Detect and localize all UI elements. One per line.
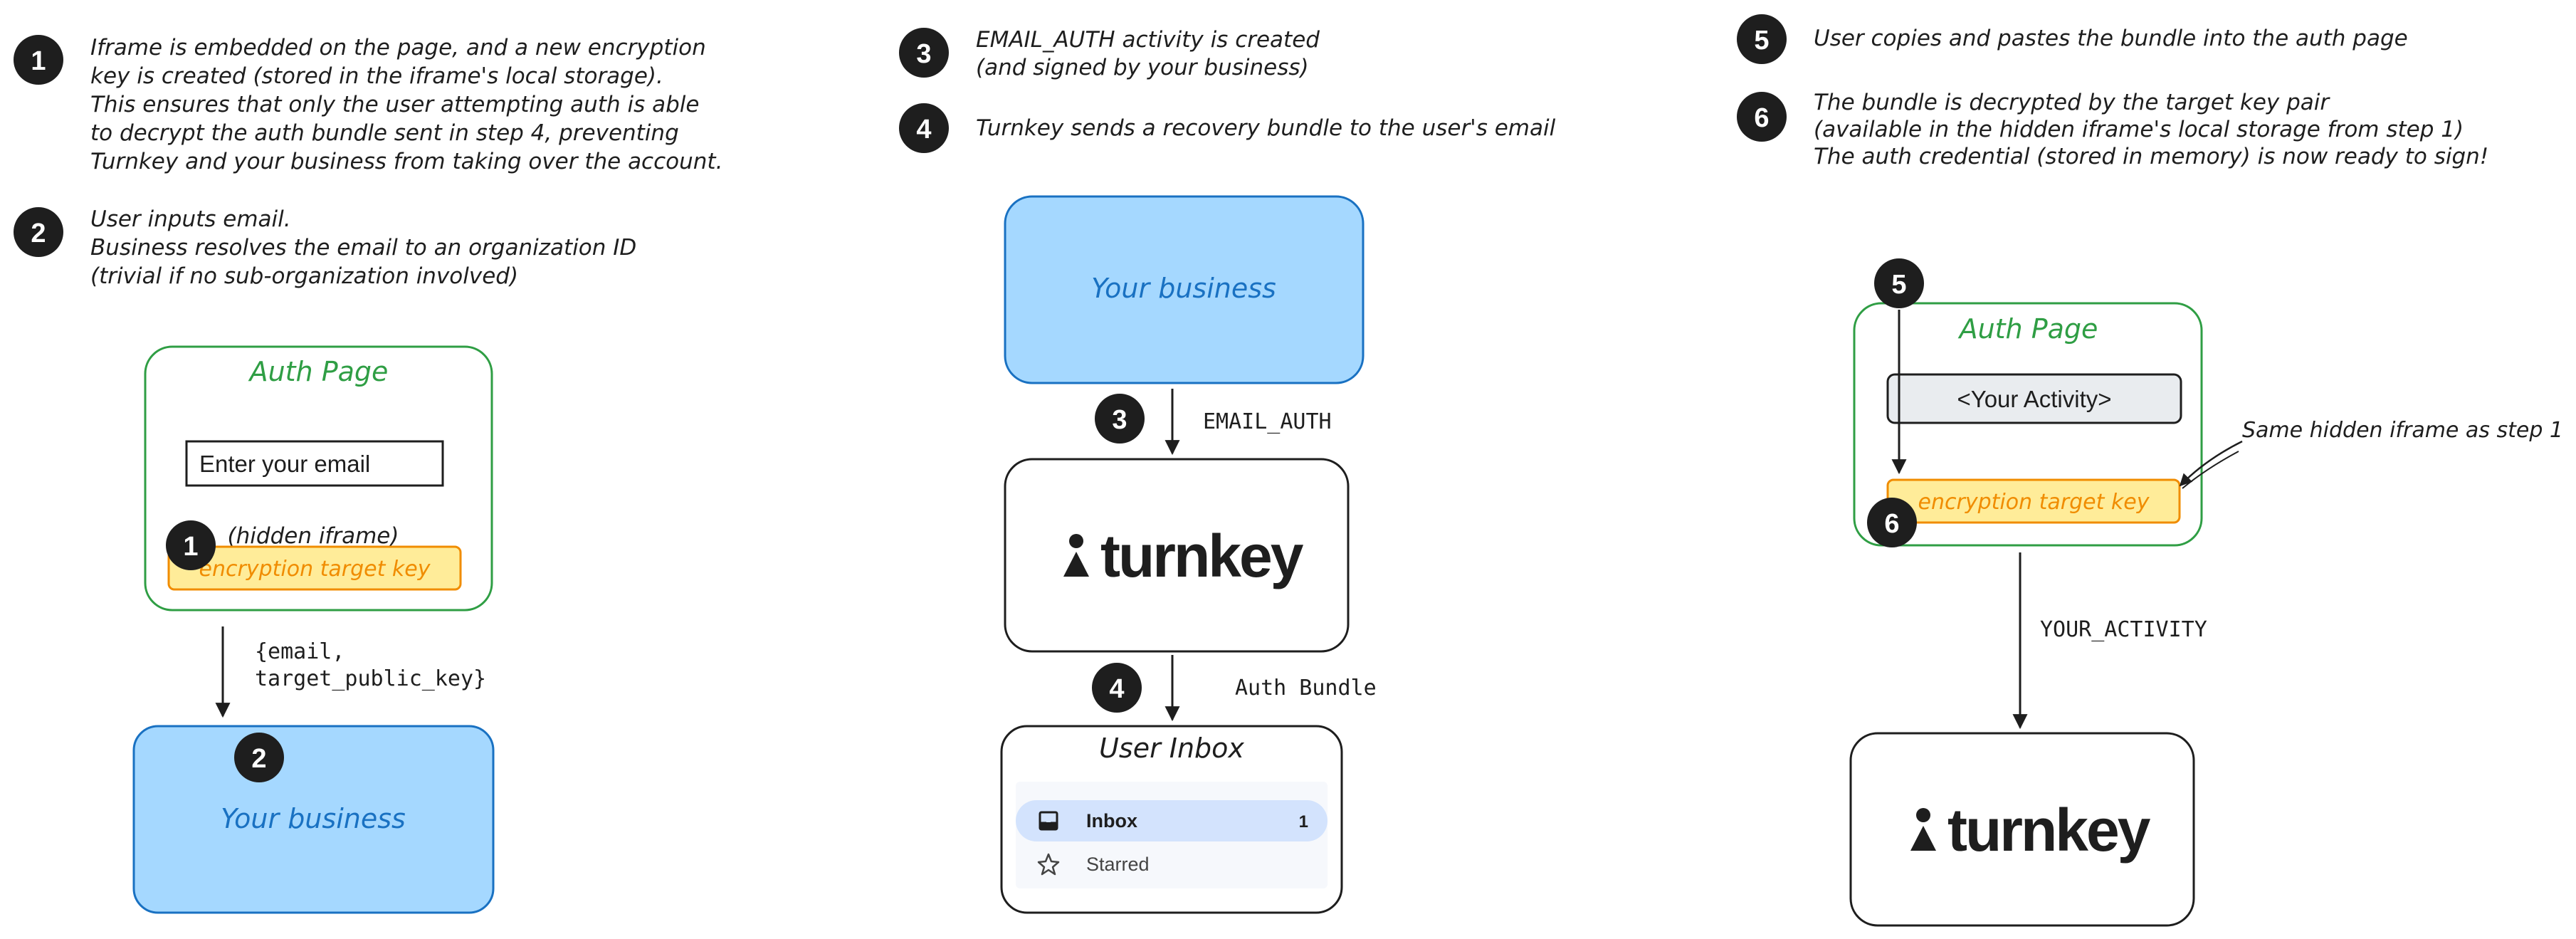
inbox-count: 1 [1299, 812, 1308, 832]
step-badge-2-diagram-number: 2 [251, 744, 266, 774]
step-badge-4-number: 4 [916, 115, 931, 145]
step-5-text: User copies and pastes the bundle into t… [1814, 26, 2408, 51]
step-2-text: User inputs email. Business resolves the… [90, 206, 643, 289]
step-badge-6-diagram-number: 6 [1884, 509, 1899, 539]
encryption-key-label: encryption target key [199, 557, 431, 582]
arrow-label-email-key: {email, target_public_key} [255, 639, 486, 691]
step-badge-1-number: 1 [31, 46, 46, 76]
annotation-pointer [2179, 440, 2243, 487]
step-badge-5-diagram-number: 5 [1891, 270, 1906, 300]
turnkey-wordmark-2: turnkey [1947, 797, 2151, 864]
step-badge-3-number: 3 [916, 39, 931, 69]
step-1-text: Iframe is embedded on the page, and a ne… [90, 35, 722, 174]
starred-label: Starred [1086, 854, 1150, 875]
auth-page-box-1: Auth Page Enter your email (hidden ifram… [144, 345, 493, 612]
step-3-text: EMAIL_AUTH activity is created (and sign… [976, 27, 1327, 80]
hidden-iframe-label: (hidden iframe) [228, 523, 399, 549]
user-inbox-box: User Inbox Inbox 1 Starred [1000, 725, 1343, 914]
auth-flow-diagram: 1 Iframe is embedded on the page, and a … [14, 14, 2563, 927]
auth-page-title: Auth Page [248, 356, 389, 387]
your-activity-label: <Your Activity> [1957, 386, 2111, 412]
encryption-key-label-2: encryption target key [1918, 490, 2150, 515]
turnkey-wordmark-1: turnkey [1100, 523, 1304, 589]
step-4-description: 4 Turnkey sends a recovery bundle to the… [899, 103, 1556, 153]
arrow-label-auth-bundle: Auth Bundle [1235, 676, 1377, 701]
same-iframe-label: Same hidden iframe as step 1 [2242, 418, 2563, 443]
auth-page-title-2: Auth Page [1957, 313, 2098, 345]
step-5-description: 5 User copies and pastes the bundle into… [1737, 14, 2408, 64]
step-badge-1-diagram-number: 1 [183, 532, 198, 562]
your-business-label-2: Your business [1091, 273, 1276, 304]
step-badge-5-number: 5 [1754, 26, 1769, 56]
inbox-item[interactable] [1016, 800, 1328, 841]
arrow-label-email-auth: EMAIL_AUTH [1203, 409, 1332, 434]
step-badge-2-number: 2 [31, 219, 46, 248]
step-3-description: 3 EMAIL_AUTH activity is created (and si… [899, 27, 1327, 80]
user-inbox-title: User Inbox [1099, 733, 1244, 764]
step-6-description: 6 The bundle is decrypted by the target … [1737, 90, 2488, 169]
your-business-label-1: Your business [221, 803, 406, 834]
step-badge-4-diagram-number: 4 [1109, 674, 1124, 704]
step-badge-3-diagram-number: 3 [1112, 405, 1127, 435]
email-input-placeholder: Enter your email [199, 451, 370, 477]
step-4-text: Turnkey sends a recovery bundle to the u… [976, 115, 1556, 141]
step-1-description: 1 Iframe is embedded on the page, and a … [14, 35, 722, 174]
turnkey-box-1: turnkey [1004, 458, 1350, 653]
turnkey-box-2: turnkey [1849, 732, 2195, 927]
auth-page-box-2: Auth Page <Your Activity> encryption tar… [1853, 258, 2203, 547]
arrow-label-your-activity: YOUR_ACTIVITY [2040, 617, 2207, 642]
your-business-box-2: Your business [1004, 195, 1365, 384]
inbox-label: Inbox [1086, 810, 1137, 832]
your-business-box-1: Your business 2 [132, 725, 495, 914]
step-badge-6-number: 6 [1754, 103, 1769, 133]
step-2-description: 2 User inputs email. Business resolves t… [14, 206, 643, 289]
same-iframe-annotation: Same hidden iframe as step 1 [2179, 418, 2563, 489]
step-6-text: The bundle is decrypted by the target ke… [1814, 90, 2488, 169]
